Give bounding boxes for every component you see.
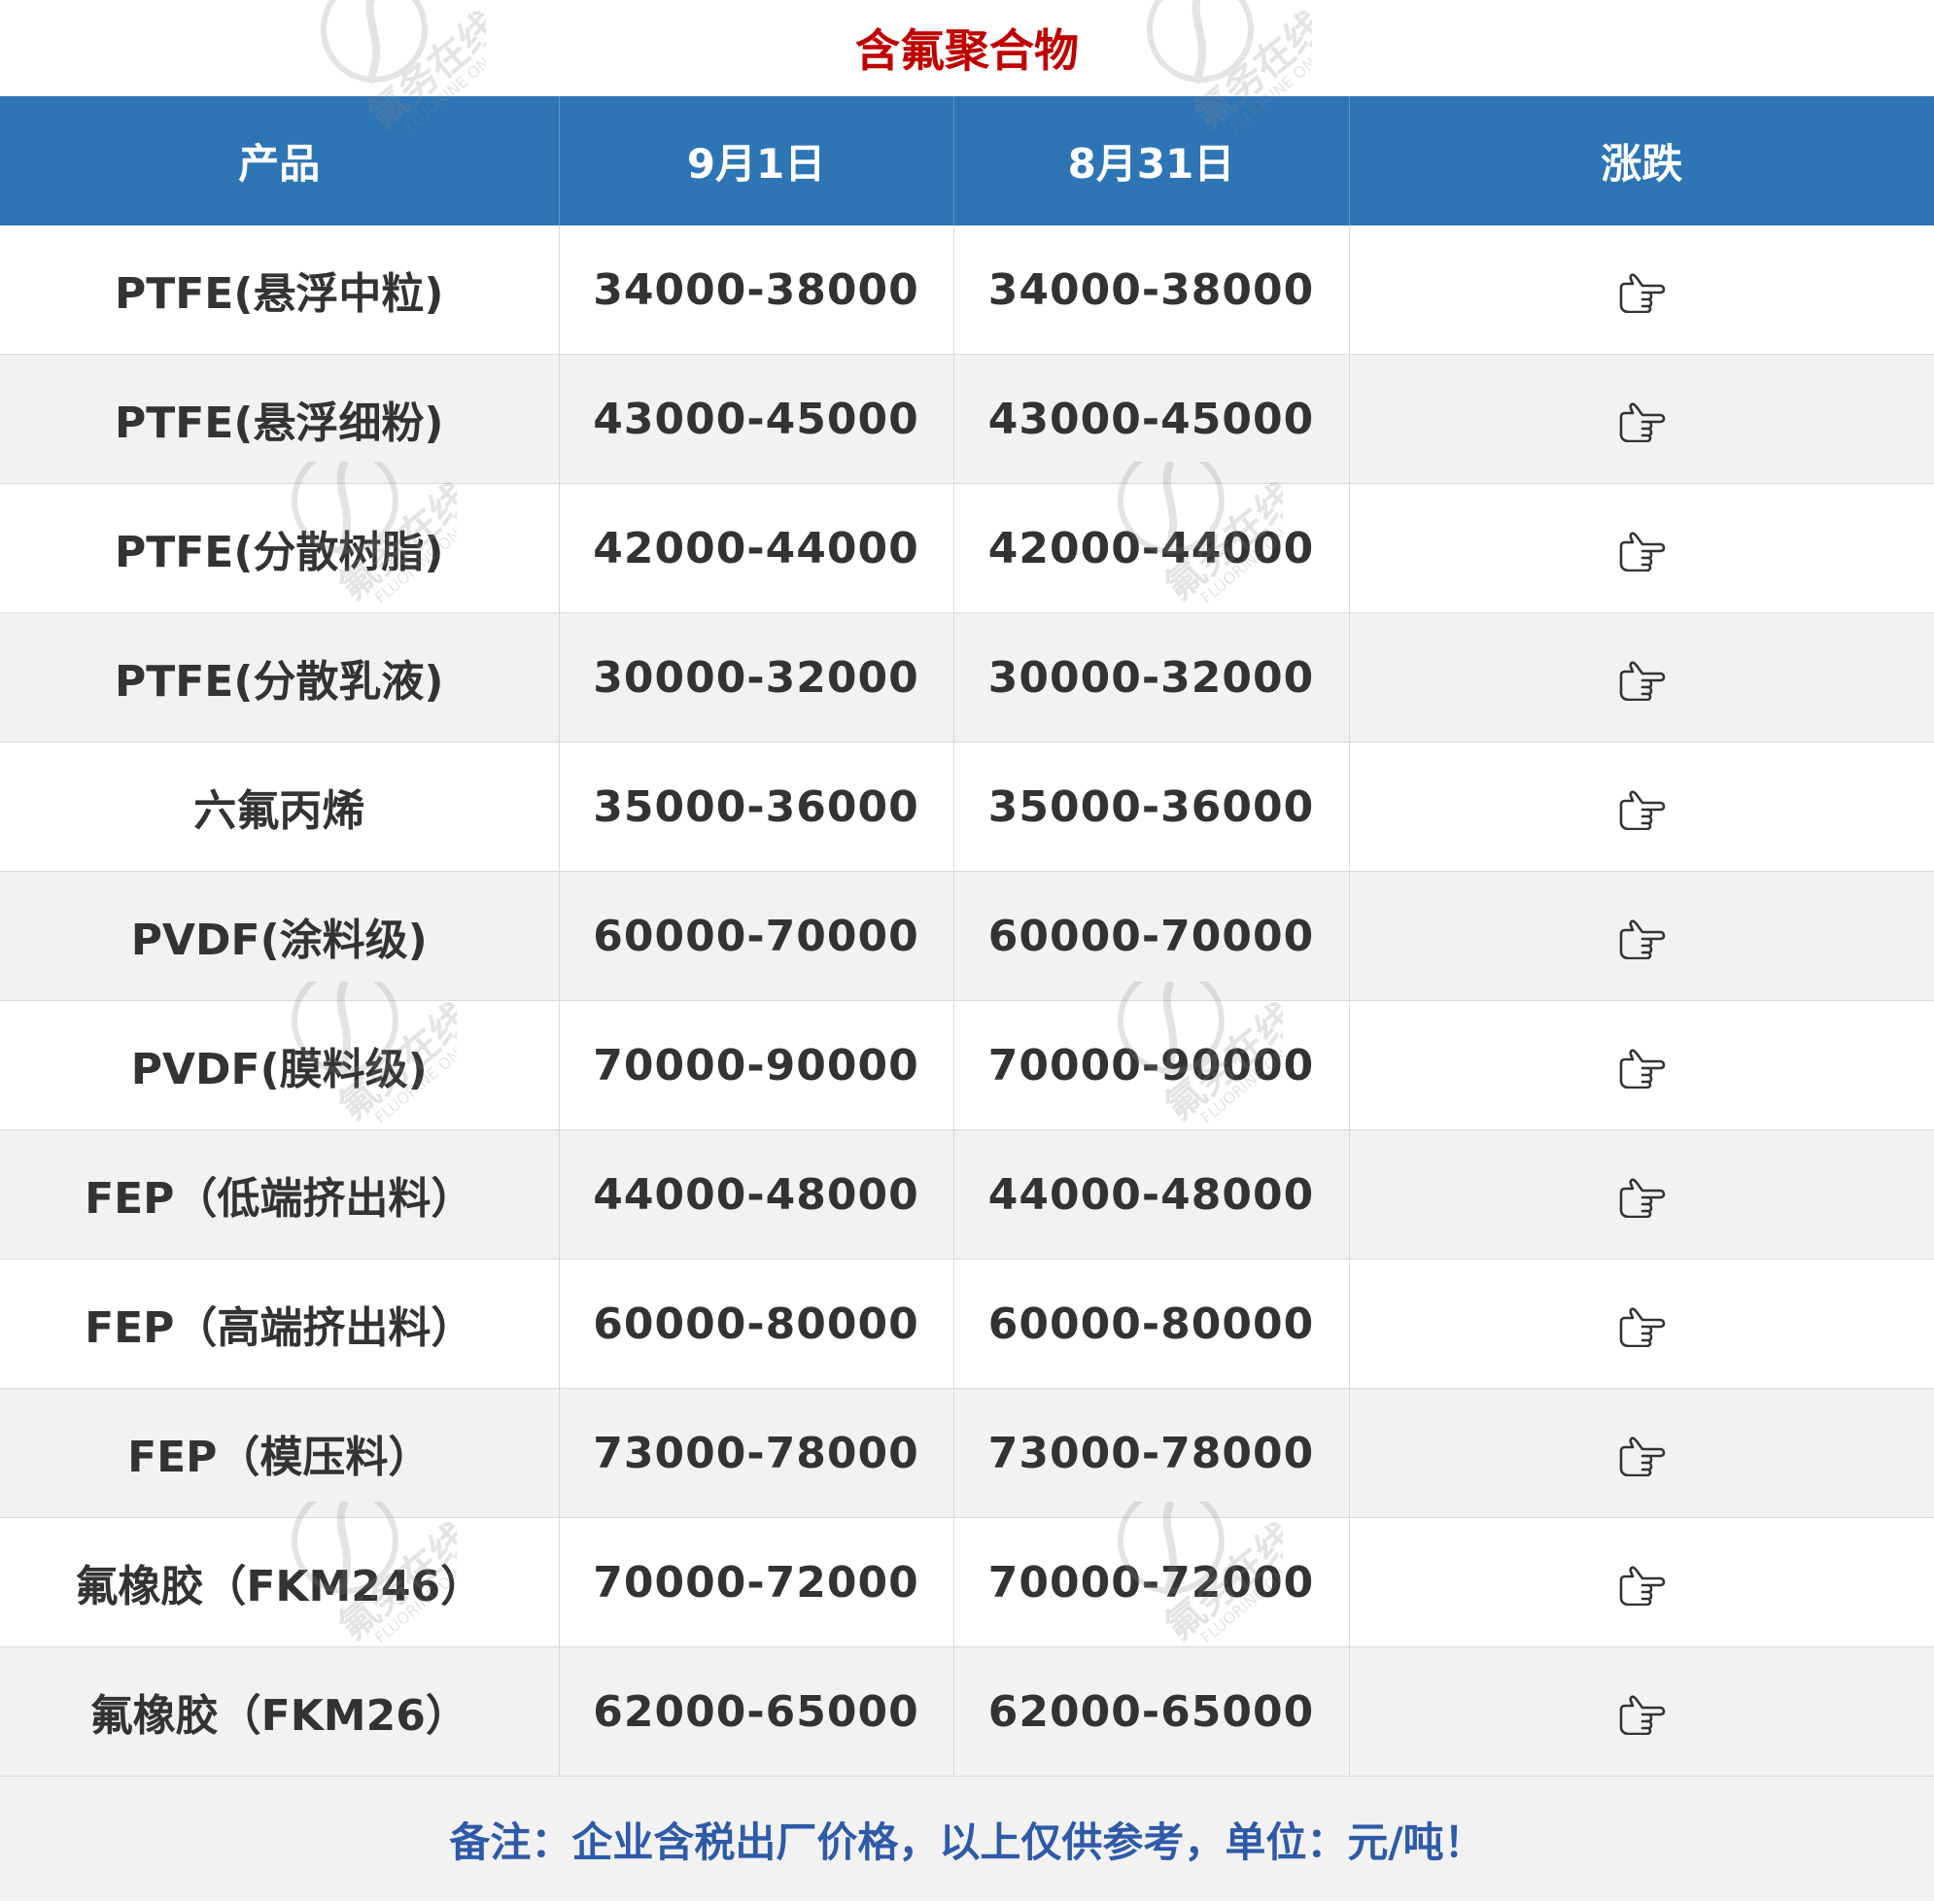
header-aug31: 8月31日 — [953, 96, 1350, 225]
price-aug31-cell: 30000-32000 — [953, 612, 1350, 743]
hand-pointing-right-icon — [1617, 531, 1666, 571]
page-title: 含氟聚合物 — [855, 24, 1079, 77]
price-sep1-cell: 35000-36000 — [559, 742, 954, 872]
product-cell: FEP（高端挤出料） — [0, 1259, 560, 1389]
header-change: 涨跌 — [1349, 96, 1934, 225]
hand-pointing-right-icon — [1617, 401, 1666, 442]
product-cell: 氟橡胶（FKM246） — [0, 1517, 560, 1647]
product-cell: PTFE(悬浮中粒) — [0, 225, 560, 355]
price-sep1-cell: 73000-78000 — [559, 1388, 954, 1518]
table-row: FEP（低端挤出料） 44000-48000 44000-48000 — [0, 1129, 1934, 1260]
price-sep1-cell: 42000-44000 — [559, 483, 954, 613]
price-aug31-cell: 60000-70000 — [953, 871, 1350, 1001]
table-row: PTFE(悬浮中粒) 34000-38000 34000-38000 — [0, 225, 1934, 355]
table-row: 氟橡胶（FKM26） 62000-65000 62000-65000 — [0, 1646, 1934, 1777]
price-sep1-cell: 43000-45000 — [559, 354, 954, 484]
table-row: PTFE(分散树脂) 42000-44000 42000-44000 — [0, 483, 1934, 613]
hand-pointing-right-icon — [1617, 1436, 1666, 1476]
hand-pointing-right-icon — [1617, 660, 1666, 701]
price-sep1-cell: 70000-72000 — [559, 1517, 954, 1647]
header-product: 产品 — [0, 96, 560, 225]
hand-pointing-right-icon — [1617, 272, 1666, 313]
header-sep1: 9月1日 — [559, 96, 954, 225]
price-aug31-cell: 73000-78000 — [953, 1388, 1350, 1518]
change-cell — [1349, 1000, 1934, 1130]
price-aug31-cell: 60000-80000 — [953, 1259, 1350, 1389]
change-cell — [1349, 742, 1934, 872]
product-cell: PTFE(分散乳液) — [0, 612, 560, 743]
product-cell: PVDF(膜料级) — [0, 1000, 560, 1130]
price-aug31-cell: 42000-44000 — [953, 483, 1350, 613]
product-cell: 氟橡胶（FKM26） — [0, 1646, 560, 1777]
table-row: 六氟丙烯 35000-36000 35000-36000 — [0, 742, 1934, 872]
price-aug31-cell: 70000-72000 — [953, 1517, 1350, 1647]
hand-pointing-right-icon — [1617, 918, 1666, 959]
price-sep1-cell: 44000-48000 — [559, 1129, 954, 1260]
change-cell — [1349, 1259, 1934, 1389]
hand-pointing-right-icon — [1617, 1048, 1666, 1089]
price-sep1-cell: 60000-70000 — [559, 871, 954, 1001]
price-table: 产品 9月1日 8月31日 涨跌 PTFE(悬浮中粒) 34000-38000 34… — [0, 96, 1934, 1901]
change-cell — [1349, 483, 1934, 613]
price-aug31-cell: 35000-36000 — [953, 742, 1350, 872]
price-sep1-cell: 60000-80000 — [559, 1259, 954, 1389]
product-cell: PTFE(悬浮细粉) — [0, 354, 560, 484]
change-cell — [1349, 1646, 1934, 1777]
price-sep1-cell: 34000-38000 — [559, 225, 954, 355]
hand-pointing-right-icon — [1617, 1694, 1666, 1735]
table-row: PTFE(分散乳液) 30000-32000 30000-32000 — [0, 612, 1934, 743]
change-cell — [1349, 354, 1934, 484]
table-row: PVDF(涂料级) 60000-70000 60000-70000 — [0, 871, 1934, 1001]
hand-pointing-right-icon — [1617, 1177, 1666, 1218]
hand-pointing-right-icon — [1617, 1306, 1666, 1347]
table-row: PTFE(悬浮细粉) 43000-45000 43000-45000 — [0, 354, 1934, 484]
table-row: 氟橡胶（FKM246） 70000-72000 70000-72000 — [0, 1517, 1934, 1647]
change-cell — [1349, 1129, 1934, 1260]
change-cell — [1349, 1388, 1934, 1518]
price-sep1-cell: 62000-65000 — [559, 1646, 954, 1777]
price-aug31-cell: 34000-38000 — [953, 225, 1350, 355]
price-aug31-cell: 43000-45000 — [953, 354, 1350, 484]
hand-pointing-right-icon — [1617, 1565, 1666, 1606]
footnote-row: 备注：企业含税出厂价格，以上仅供参考，单位：元/吨！ — [0, 1776, 1934, 1901]
hand-pointing-right-icon — [1617, 789, 1666, 830]
table-row: FEP（模压料） 73000-78000 73000-78000 — [0, 1388, 1934, 1518]
product-cell: 六氟丙烯 — [0, 742, 560, 872]
table-row: PVDF(膜料级) 70000-90000 70000-90000 — [0, 1000, 1934, 1130]
price-aug31-cell: 70000-90000 — [953, 1000, 1350, 1130]
change-cell — [1349, 871, 1934, 1001]
change-cell — [1349, 1517, 1934, 1647]
table-header-row: 产品 9月1日 8月31日 涨跌 — [0, 96, 1934, 225]
price-sep1-cell: 70000-90000 — [559, 1000, 954, 1130]
price-aug31-cell: 62000-65000 — [953, 1646, 1350, 1777]
footnote: 备注：企业含税出厂价格，以上仅供参考，单位：元/吨！ — [0, 1776, 1934, 1901]
change-cell — [1349, 612, 1934, 743]
table-row: FEP（高端挤出料） 60000-80000 60000-80000 — [0, 1259, 1934, 1389]
product-cell: PTFE(分散树脂) — [0, 483, 560, 613]
product-cell: FEP（低端挤出料） — [0, 1129, 560, 1260]
product-cell: PVDF(涂料级) — [0, 871, 560, 1001]
price-aug31-cell: 44000-48000 — [953, 1129, 1350, 1260]
change-cell — [1349, 225, 1934, 355]
price-sep1-cell: 30000-32000 — [559, 612, 954, 743]
product-cell: FEP（模压料） — [0, 1388, 560, 1518]
